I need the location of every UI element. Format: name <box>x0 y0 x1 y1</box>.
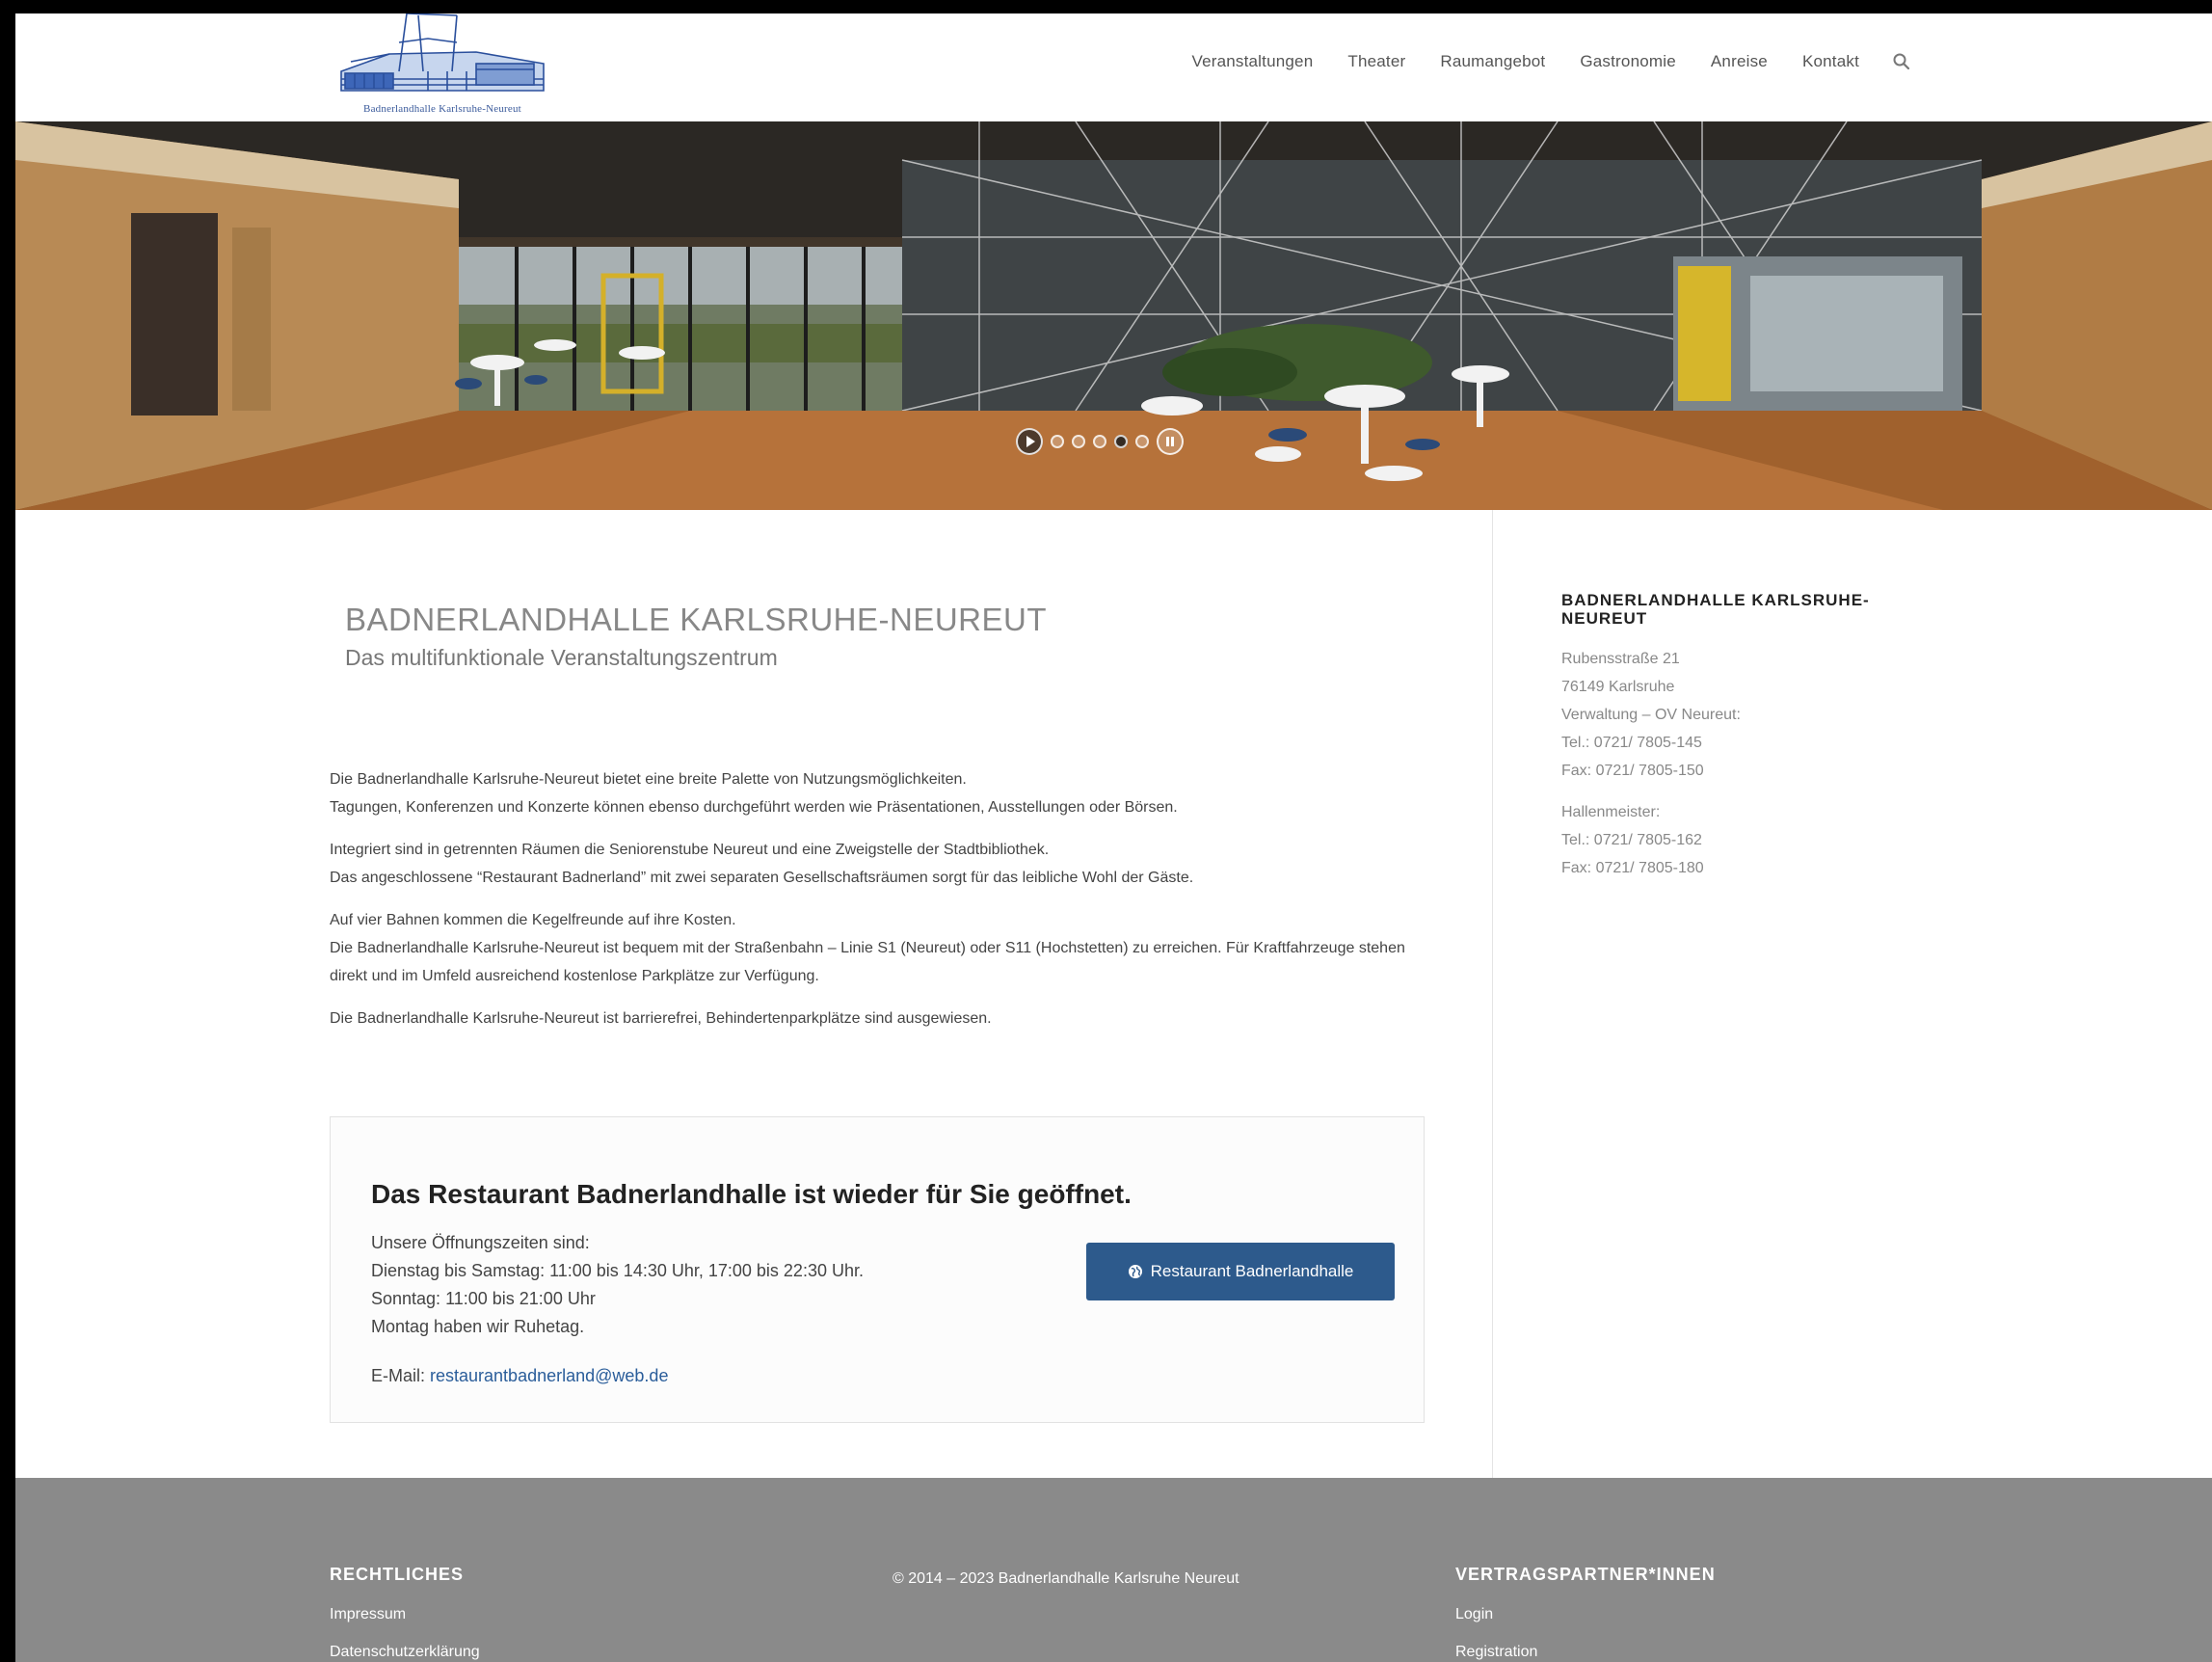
footer-legal-heading: RECHTLICHES <box>330 1565 465 1584</box>
nav-theater[interactable]: Theater <box>1347 52 1405 71</box>
paragraph-3-line-1: Auf vier Bahnen kommen die Kegelfreunde … <box>330 912 736 928</box>
opening-hours-line: Sonntag: 11:00 bis 21:00 Uhr <box>371 1289 596 1308</box>
email-link[interactable]: restaurantbadnerland@web.de <box>430 1366 668 1385</box>
page: Badnerlandhalle Karlsruhe-Neureut Verans… <box>15 13 2212 1662</box>
restaurant-info-box: Das Restaurant Badnerlandhalle ist wiede… <box>330 1116 1425 1423</box>
page-title: BADNERLANDHALLE KARLSRUHE-NEUREUT <box>345 602 1047 637</box>
contact-line: Hallenmeister: <box>1561 804 1661 820</box>
opening-hours-line: Dienstag bis Samstag: 11:00 bis 14:30 Uh… <box>371 1261 864 1280</box>
opening-hours-line: Unsere Öffnungszeiten sind: <box>371 1233 590 1252</box>
paragraph-2-line-2: Das angeschlossene “Restaurant Badnerlan… <box>330 870 1194 886</box>
footer-link-login[interactable]: Login <box>1455 1606 1716 1623</box>
restaurant-info-title: Das Restaurant Badnerlandhalle ist wiede… <box>371 1179 1132 1209</box>
building-logo-icon <box>340 13 545 92</box>
contact-line: Tel.: 0721/ 7805-162 <box>1561 832 1702 848</box>
nav-gastronomie[interactable]: Gastronomie <box>1580 52 1676 71</box>
slider-dot-2[interactable] <box>1072 435 1085 448</box>
nav-anreise[interactable]: Anreise <box>1711 52 1768 71</box>
address-line: Tel.: 0721/ 7805-145 <box>1561 735 1702 751</box>
slider-pause-icon[interactable] <box>1157 428 1184 455</box>
page-subtitle: Das multifunktionale Veranstaltungszentr… <box>345 645 778 670</box>
site-footer: RECHTLICHES Impressum Datenschutzerkläru… <box>15 1478 2212 1662</box>
paragraph-2: Integriert sind in getrennten Räumen die… <box>330 836 1438 892</box>
nav-raumangebot[interactable]: Raumangebot <box>1440 52 1545 71</box>
footer-link-impressum[interactable]: Impressum <box>330 1606 480 1623</box>
paragraph-3-line-2: Die Badnerlandhalle Karlsruhe-Neureut is… <box>330 940 1405 984</box>
site-logo[interactable]: Badnerlandhalle Karlsruhe-Neureut <box>332 13 553 120</box>
paragraph-2-line-1: Integriert sind in getrennten Räumen die… <box>330 842 1050 858</box>
paragraph-1-line-2: Tagungen, Konferenzen und Konzerte könne… <box>330 799 1178 816</box>
footer-partners: VERTRAGSPARTNER*INNEN Login Registration <box>1455 1565 1716 1662</box>
opening-hours-line: Montag haben wir Ruhetag. <box>371 1317 585 1336</box>
main-content-area: BADNERLANDHALLE KARLSRUHE-NEUREUT Das mu… <box>15 510 2212 1487</box>
slider-dot-5[interactable] <box>1135 435 1149 448</box>
paragraph-4: Die Badnerlandhalle Karlsruhe-Neureut is… <box>330 1005 1438 1032</box>
site-header: Badnerlandhalle Karlsruhe-Neureut Verans… <box>15 13 2212 121</box>
opening-hours: Unsere Öffnungszeiten sind: Dienstag bis… <box>371 1229 864 1341</box>
footer-legal: RECHTLICHES Impressum Datenschutzerkläru… <box>330 1565 480 1662</box>
main-nav: Veranstaltungen Theater Raumangebot Gast… <box>1157 52 1911 71</box>
sidebar-title: BADNERLANDHALLE KARLSRUHE-NEUREUT <box>1561 591 1870 628</box>
slider-dot-4[interactable] <box>1114 435 1128 448</box>
footer-copyright: © 2014 – 2023 Badnerlandhalle Karlsruhe … <box>893 1570 1239 1587</box>
slider-play-icon[interactable] <box>1016 428 1043 455</box>
intro-text: Die Badnerlandhalle Karlsruhe-Neureut bi… <box>330 765 1438 1047</box>
slider-dot-3[interactable] <box>1093 435 1106 448</box>
logo-caption: Badnerlandhalle Karlsruhe-Neureut <box>363 103 521 115</box>
paragraph-3: Auf vier Bahnen kommen die Kegelfreunde … <box>330 906 1438 990</box>
address-line: Fax: 0721/ 7805-150 <box>1561 763 1704 779</box>
nav-veranstaltungen[interactable]: Veranstaltungen <box>1191 52 1313 71</box>
address-line: Verwaltung – OV Neureut: <box>1561 707 1741 723</box>
paragraph-1: Die Badnerlandhalle Karlsruhe-Neureut bi… <box>330 765 1438 821</box>
restaurant-email: E-Mail: restaurantbadnerland@web.de <box>371 1366 668 1386</box>
address-line: Rubensstraße 21 <box>1561 651 1680 667</box>
slider-dot-1[interactable] <box>1051 435 1064 448</box>
sidebar-divider <box>1492 510 1493 1487</box>
footer-link-datenschutz[interactable]: Datenschutzerklärung <box>330 1644 480 1661</box>
contact-line: Fax: 0721/ 7805-180 <box>1561 860 1704 876</box>
search-icon[interactable] <box>1892 52 1911 71</box>
address-line: 76149 Karlsruhe <box>1561 679 1675 695</box>
slider-controls <box>1016 428 1184 455</box>
restaurant-button-label: Restaurant Badnerlandhalle <box>1150 1262 1354 1280</box>
nav-kontakt[interactable]: Kontakt <box>1802 52 1859 71</box>
footer-link-registration[interactable]: Registration <box>1455 1644 1716 1661</box>
sidebar: BADNERLANDHALLE KARLSRUHE-NEUREUT Rubens… <box>1561 591 1947 882</box>
paragraph-1-line-1: Die Badnerlandhalle Karlsruhe-Neureut bi… <box>330 771 967 788</box>
footer-partners-heading: VERTRAGSPARTNER*INNEN <box>1455 1565 1716 1584</box>
paragraph-4-line-1: Die Badnerlandhalle Karlsruhe-Neureut is… <box>330 1010 992 1027</box>
restaurant-button[interactable]: Restaurant Badnerlandhalle <box>1086 1243 1395 1300</box>
globe-icon <box>1128 1264 1143 1279</box>
email-label: E-Mail: <box>371 1366 431 1385</box>
hero-panorama-image <box>15 121 2212 510</box>
